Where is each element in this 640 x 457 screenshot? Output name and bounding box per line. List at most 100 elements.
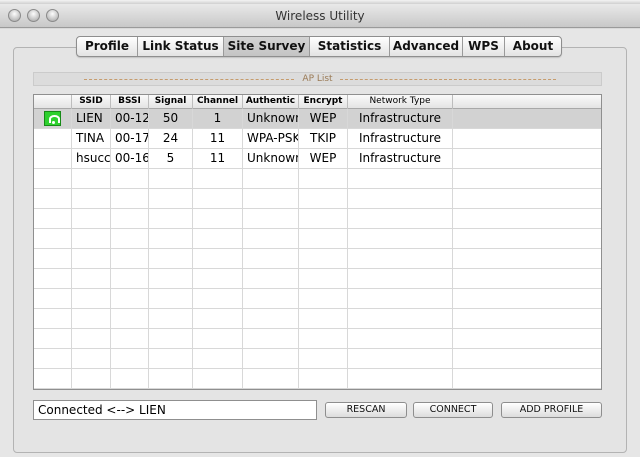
empty-table-row: [34, 289, 601, 309]
table-header-row: SSID BSSI Signal Channel Authentic Encry…: [34, 95, 601, 109]
network-type-cell: Infrastructure: [348, 149, 453, 168]
tab-statistics[interactable]: Statistics: [310, 37, 390, 56]
empty-cell: [193, 189, 243, 208]
empty-cell: [299, 289, 348, 308]
empty-table-row: [34, 229, 601, 249]
empty-cell: [299, 209, 348, 228]
empty-cell: [348, 269, 453, 288]
empty-cell: [149, 229, 193, 248]
table-row[interactable]: TINA 00-17 24 11 WPA-PSK TKIP Infrastruc…: [34, 129, 601, 149]
encrypt-cell: TKIP: [299, 129, 348, 148]
empty-cell: [72, 269, 111, 288]
empty-cell: [34, 309, 72, 328]
network-type-cell: Infrastructure: [348, 129, 453, 148]
bssid-cell: 00-12: [111, 109, 149, 128]
empty-cell: [243, 189, 299, 208]
empty-cell: [453, 169, 601, 188]
tab-link-status[interactable]: Link Status: [138, 37, 224, 56]
column-header-ssid[interactable]: SSID: [72, 95, 111, 109]
empty-cell: [111, 289, 149, 308]
encrypt-cell: WEP: [299, 149, 348, 168]
empty-table-row: [34, 269, 601, 289]
empty-table-row: [34, 189, 601, 209]
table-row[interactable]: hsucc 00-16 5 11 Unknowr WEP Infrastruct…: [34, 149, 601, 169]
empty-cell: [299, 349, 348, 368]
ap-list-title: AP List: [302, 74, 333, 84]
tab-site-survey[interactable]: Site Survey: [224, 37, 310, 56]
window-title: Wireless Utility: [275, 9, 365, 23]
empty-cell: [243, 229, 299, 248]
column-header-encrypt[interactable]: Encrypt: [299, 95, 348, 109]
empty-cell: [243, 209, 299, 228]
empty-table-row: [34, 329, 601, 349]
empty-cell: [149, 369, 193, 388]
empty-cell: [72, 369, 111, 388]
empty-cell: [72, 189, 111, 208]
empty-cell: [453, 269, 601, 288]
empty-cell: [453, 309, 601, 328]
signal-cell: 5: [149, 149, 193, 168]
connect-button[interactable]: CONNECT: [413, 402, 493, 418]
ssid-cell: hsucc: [72, 149, 111, 168]
column-header-signal[interactable]: Signal: [149, 95, 193, 109]
empty-cell: [34, 249, 72, 268]
tab-about[interactable]: About: [505, 37, 561, 56]
empty-cell: [149, 209, 193, 228]
empty-cell: [149, 349, 193, 368]
empty-cell: [348, 189, 453, 208]
signal-cell: 24: [149, 129, 193, 148]
empty-cell: [149, 169, 193, 188]
column-header-channel[interactable]: Channel: [193, 95, 243, 109]
ssid-cell: TINA: [72, 129, 111, 148]
empty-cell: [299, 269, 348, 288]
rescan-button[interactable]: RESCAN: [325, 402, 407, 418]
connection-status-field: Connected <--> LIEN: [33, 400, 317, 420]
empty-cell: [111, 189, 149, 208]
empty-cell: [193, 169, 243, 188]
empty-cell: [453, 369, 601, 388]
title-bar[interactable]: Wireless Utility: [0, 4, 640, 28]
empty-cell: [299, 189, 348, 208]
channel-cell: 1: [193, 109, 243, 128]
tab-wps[interactable]: WPS: [463, 37, 505, 56]
empty-cell: [111, 369, 149, 388]
add-profile-button[interactable]: ADD PROFILE: [501, 402, 602, 418]
empty-cell: [453, 329, 601, 348]
empty-cell: [34, 229, 72, 248]
empty-cell: [348, 369, 453, 388]
empty-table-row: [34, 169, 601, 189]
tab-advanced[interactable]: Advanced: [390, 37, 463, 56]
channel-cell: 11: [193, 149, 243, 168]
empty-cell: [34, 329, 72, 348]
empty-table-row: [34, 309, 601, 329]
empty-cell: [348, 329, 453, 348]
row-icon-cell: [34, 109, 72, 128]
empty-cell: [72, 209, 111, 228]
tab-profile[interactable]: Profile: [77, 37, 138, 56]
empty-rows: [34, 169, 601, 389]
empty-cell: [111, 309, 149, 328]
empty-table-row: [34, 249, 601, 269]
empty-cell: [34, 209, 72, 228]
column-header-network-type[interactable]: Network Type: [348, 95, 453, 109]
table-row[interactable]: LIEN 00-12 50 1 Unknowr WEP Infrastructu…: [34, 109, 601, 129]
ap-list-table[interactable]: SSID BSSI Signal Channel Authentic Encry…: [33, 94, 602, 390]
empty-cell: [243, 169, 299, 188]
empty-table-row: [34, 349, 601, 369]
auth-cell: Unknowr: [243, 109, 299, 128]
column-header-bssid[interactable]: BSSI: [111, 95, 149, 109]
signal-cell: 50: [149, 109, 193, 128]
empty-cell: [453, 189, 601, 208]
channel-cell: 11: [193, 129, 243, 148]
empty-cell: [72, 309, 111, 328]
empty-cell: [243, 349, 299, 368]
column-header-authentication[interactable]: Authentic: [243, 95, 299, 109]
empty-cell: [453, 349, 601, 368]
empty-cell: [193, 209, 243, 228]
empty-table-row: [34, 209, 601, 229]
column-header-icon[interactable]: [34, 95, 72, 109]
empty-cell: [299, 169, 348, 188]
empty-cell: [149, 329, 193, 348]
filler-cell: [453, 149, 601, 168]
bssid-cell: 00-16: [111, 149, 149, 168]
